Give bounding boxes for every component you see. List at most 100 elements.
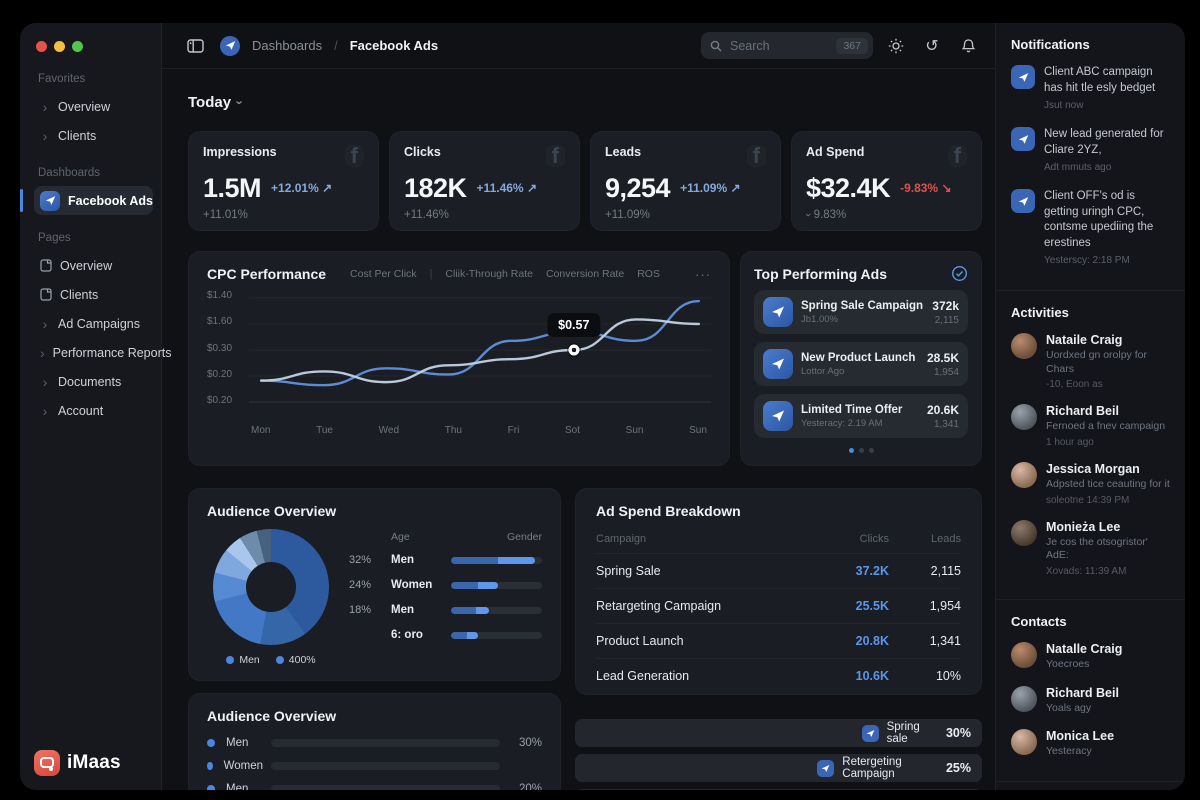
sidebar-item-clients[interactable]: › Clients	[34, 121, 153, 150]
facebook-icon: f	[546, 145, 565, 167]
notification-item[interactable]: Client ABC campaign has hit tle esly bed…	[1011, 65, 1170, 111]
activity-item[interactable]: Nataile Craig Uordxed gn orolpy for Chars…	[1011, 333, 1170, 390]
sidebar-item-label: Facebook Ads	[68, 193, 153, 208]
y-axis-labels: $1.40 $1.60 $0.30 $0.20 $0.20	[207, 290, 233, 406]
search-box[interactable]: 367	[701, 32, 873, 59]
paper-plane-icon	[817, 759, 835, 777]
kpi-change: +11.09% ↗	[680, 181, 741, 196]
search-input[interactable]	[728, 37, 822, 54]
paper-plane-icon	[1011, 65, 1035, 89]
trend-up-icon: ↗	[526, 181, 537, 196]
sidebar-item-ad-campaigns[interactable]: › Ad Campaigns	[34, 309, 153, 338]
cpc-tabs: Cost Per Click | Cliik-Through Rate Conv…	[350, 267, 711, 282]
history-icon[interactable]: ↺	[919, 33, 945, 59]
ad-metric-2: 1,954	[933, 366, 959, 378]
sidebar-item-overview[interactable]: › Overview	[34, 92, 153, 121]
notifications-bell-icon[interactable]	[955, 33, 981, 59]
window-controls	[34, 37, 153, 56]
paper-plane-icon	[763, 349, 793, 379]
check-circle-icon[interactable]	[951, 265, 968, 282]
breadcrumb-separator: /	[334, 38, 338, 53]
donut-legend: Men 400%	[226, 654, 316, 666]
pagination-dots	[754, 448, 968, 453]
sidebar-item-account[interactable]: › Account	[34, 396, 153, 425]
theme-sun-icon[interactable]	[883, 33, 909, 59]
top-ad-item[interactable]: New Product Launch Lottor Ago 28.5K 1,954	[754, 342, 968, 386]
audience2-row: Men 20%	[207, 783, 542, 790]
tab-conversion-rate[interactable]: Conversion Rate	[546, 268, 624, 280]
paper-plane-icon	[220, 35, 240, 56]
document-icon	[40, 259, 52, 272]
activities-title: Activities	[1011, 305, 1069, 321]
sidebar-item-facebook-ads[interactable]: Facebook Ads	[20, 186, 153, 215]
ad-metric-1: 20.6K	[926, 402, 959, 417]
notifications-title: Notifications	[1011, 37, 1090, 52]
trend-down-icon: ↘	[941, 181, 952, 196]
breadcrumb-current: Facebook Ads	[349, 38, 439, 53]
sidebar-item-pages-overview[interactable]: Overview	[34, 251, 153, 280]
chevron-right-icon: ›	[42, 402, 48, 419]
audience-overview-card-2: Audience Overview Men 30% Women Men 20%	[188, 693, 561, 790]
chart-marker-dot	[568, 344, 580, 356]
kpi-title: Leads	[605, 145, 642, 159]
chevron-right-icon: ›	[40, 344, 45, 361]
contact-item[interactable]: Richard Beil Yoals agy	[1011, 685, 1170, 716]
sidebar-toggle-icon[interactable]	[182, 33, 208, 59]
avatar	[1011, 685, 1037, 712]
sidebar-item-performance-reports[interactable]: › Performance Reports	[34, 338, 171, 367]
activity-item[interactable]: Monieża Lee Je cos the otsogristor' AdE: X…	[1011, 519, 1170, 577]
page-dot[interactable]	[858, 448, 864, 453]
notification-item[interactable]: New lead generated for Cliare 2YZ, Adt mm…	[1011, 127, 1170, 173]
tab-cost-per-click[interactable]: Cost Per Click	[350, 268, 417, 280]
activity-name: Nataile Craig	[1046, 333, 1123, 348]
date-filter-dropdown[interactable]: Today ›	[188, 89, 248, 115]
tab-click-through-rate[interactable]: Cliik-Through Rate	[445, 268, 533, 280]
activity-desc: Uordxed gn orolpy for Chars	[1046, 349, 1147, 375]
legend-dot-icon	[275, 656, 284, 664]
tab-ros[interactable]: ROS	[637, 268, 660, 280]
paper-plane-icon	[1011, 189, 1035, 214]
kpi-card-impressions: Impressions f 1.5M +12.01% ↗ +11.01%	[188, 131, 379, 231]
table-row: Retargeting Campaign 25.5K 1,954	[596, 588, 961, 623]
trend-up-icon: ↗	[730, 181, 741, 196]
sidebar-item-label: Clients	[58, 128, 97, 143]
activities-section: Activities Nataile Craig Uordxed gn orolp…	[996, 291, 1185, 600]
kpi-row: Impressions f 1.5M +12.01% ↗ +11.01% Click…	[188, 131, 982, 231]
dashboard-content: Today › Impressions f 1.5M +12.01% ↗ +11.0…	[162, 69, 995, 790]
page-dot[interactable]	[868, 448, 874, 453]
contact-item[interactable]: Monica Lee Yesteracy	[1011, 729, 1170, 759]
close-button[interactable]	[36, 41, 47, 52]
sidebar-item-label: Clients	[60, 287, 99, 302]
sidebar-item-pages-clients[interactable]: Clients	[34, 280, 153, 309]
avatar	[1011, 462, 1037, 489]
sidebar-section-dashboards-label: Dashboards	[38, 167, 101, 179]
breadcrumb-parent[interactable]: Dashboards	[252, 38, 322, 53]
minimize-button[interactable]	[54, 41, 65, 52]
campaign-progress-bar: Retergeting Campaign 25%	[575, 754, 982, 782]
more-options-icon[interactable]: ···	[695, 267, 711, 282]
activity-item[interactable]: Jessica Morgan Adpsted tice ceauting for …	[1011, 462, 1170, 506]
campaign-progress-bar	[575, 789, 982, 790]
ad-title: New Product Launch	[801, 351, 916, 364]
app-logo: iMaas	[34, 750, 121, 776]
contact-item[interactable]: Natalle Craig Yoecroes	[1011, 641, 1170, 672]
chevron-right-icon: ›	[42, 373, 48, 390]
avatar	[1011, 333, 1037, 360]
audience-title: Audience Overview	[207, 503, 337, 519]
avatar	[1011, 404, 1037, 431]
active-indicator	[20, 189, 23, 212]
cpc-card-title: CPC Performance	[207, 266, 327, 282]
zoom-button[interactable]	[72, 41, 83, 52]
notification-item[interactable]: Client OFF's od is getting uringh CPC, c…	[1011, 189, 1170, 266]
top-ad-item[interactable]: Spring Sale Campaign Jb1.00% 372k 2,115	[754, 290, 968, 334]
cpc-performance-card: CPC Performance Cost Per Click | Cliik-T…	[188, 251, 730, 466]
kpi-card-leads: Leads f 9,254 +11.09% ↗ +11.09%	[590, 131, 781, 231]
contacts-section: Contacts Natalle Craig Yoecroes Richard B…	[996, 600, 1185, 782]
sidebar-item-documents[interactable]: › Documents	[34, 367, 153, 396]
activity-time: Xovads: 11:39 AM	[1046, 565, 1127, 577]
top-ad-item[interactable]: Limited Time Offer Yesteracy: 2.19 AM 20.…	[754, 394, 968, 438]
contact-sub: Yesteracy	[1046, 745, 1092, 758]
chevron-right-icon: ›	[42, 98, 48, 115]
activity-item[interactable]: Richard Beil Fernoed a fnev campaign 1 hou…	[1011, 404, 1170, 448]
page-dot[interactable]	[848, 448, 854, 453]
